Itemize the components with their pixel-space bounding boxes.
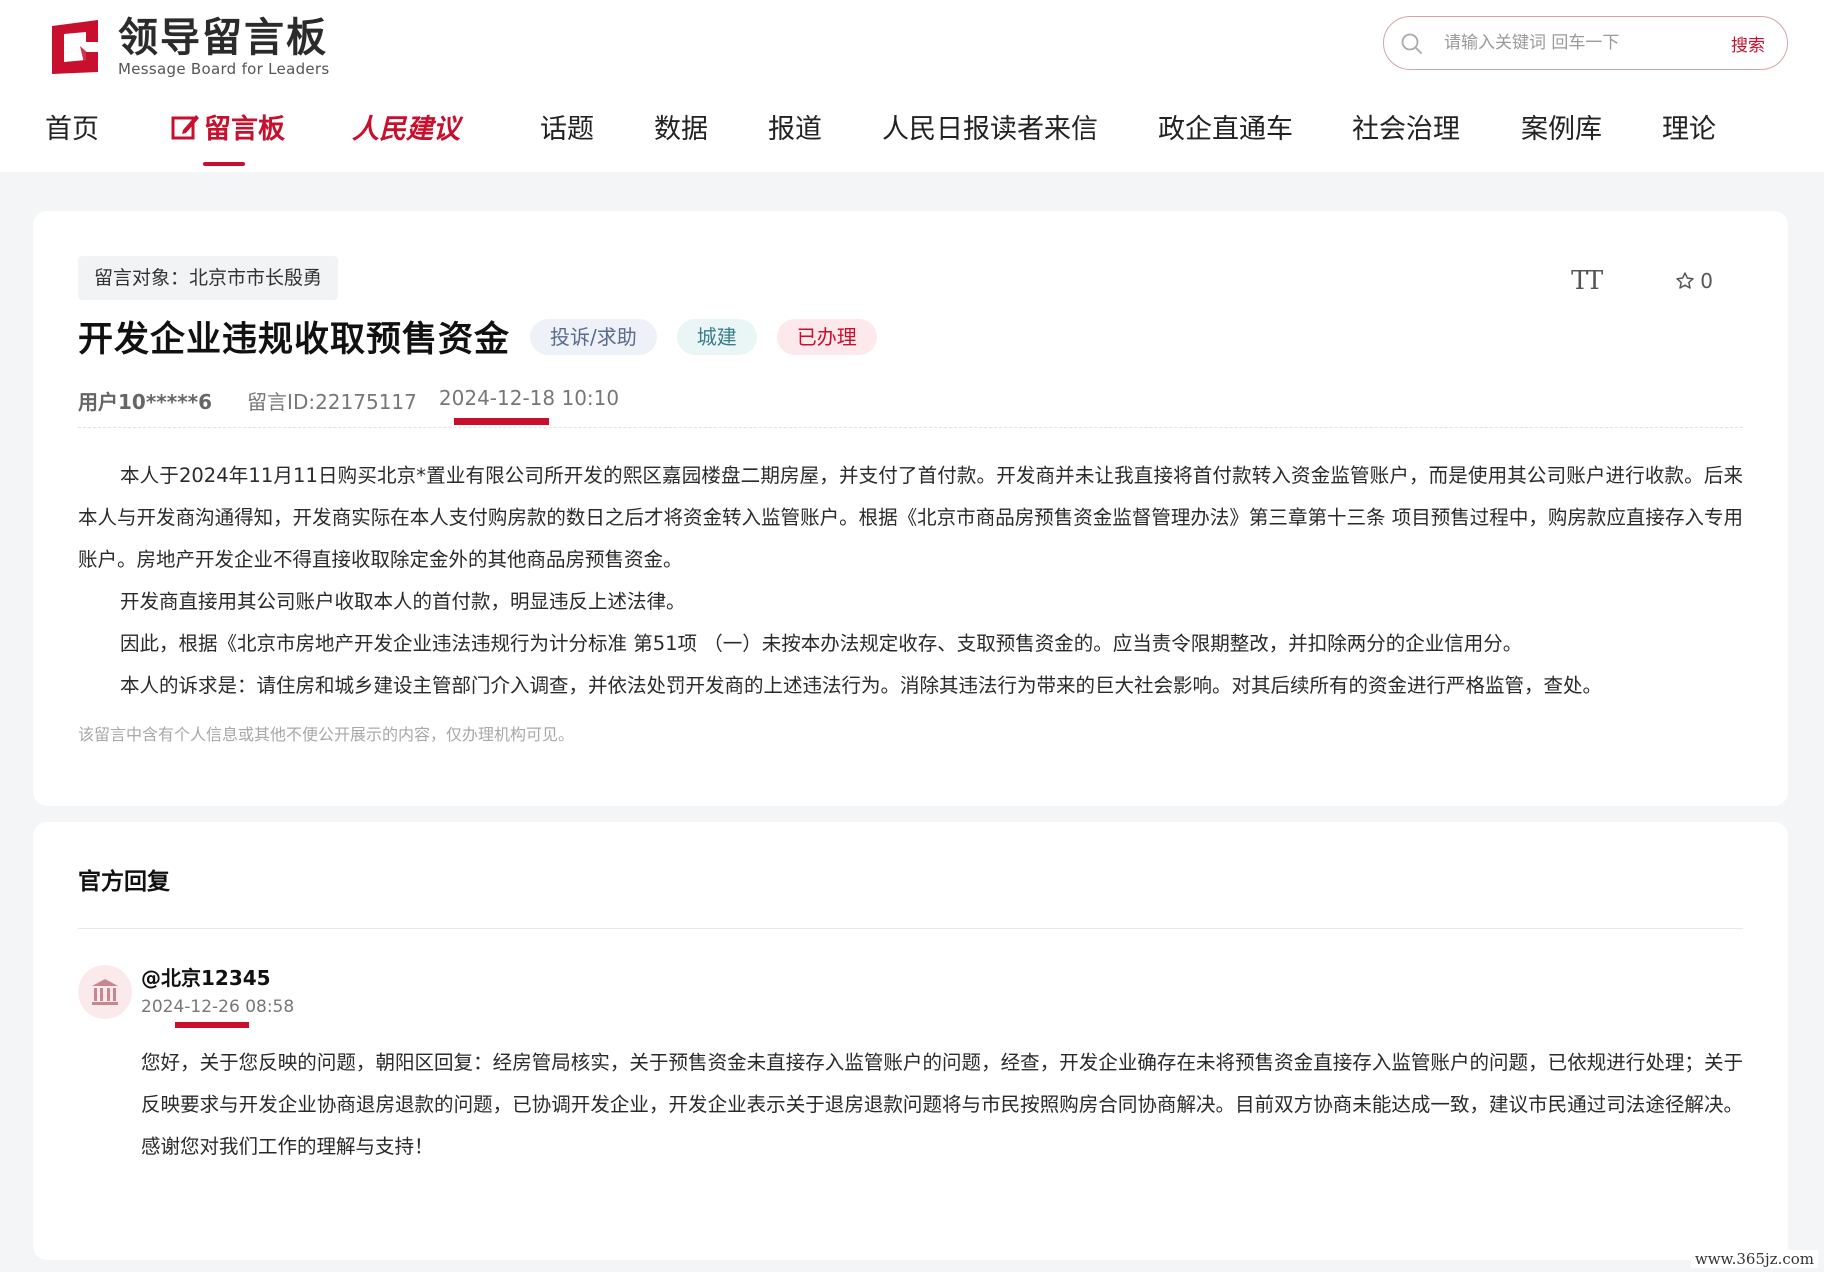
- reply-body: 您好，关于您反映的问题，朝阳区回复：经房管局核实，关于预售资金未直接存入监管账户…: [141, 1051, 1743, 1158]
- logo-subtitle: Message Board for Leaders: [118, 60, 330, 78]
- tag-category: 投诉/求助: [530, 318, 657, 355]
- avatar: [78, 965, 132, 1019]
- nav-item-people-suggestion[interactable]: 人民建议: [352, 108, 460, 152]
- nav-item-message-board[interactable]: 留言板: [170, 108, 285, 152]
- reply-datetime: 2024-12-26 08:58: [141, 997, 295, 1017]
- nav-item-reader-letters[interactable]: 人民日报读者来信: [882, 108, 1098, 152]
- nav-item-home[interactable]: 首页: [45, 108, 99, 152]
- search-button[interactable]: 搜索: [1731, 31, 1765, 56]
- message-body: 本人于2024年11月11日购买北京*置业有限公司所开发的熙区嘉园楼盘二期房屋，…: [78, 455, 1743, 707]
- tag-domain: 城建: [676, 318, 757, 355]
- nav-item-data[interactable]: 数据: [654, 108, 708, 152]
- nav-item-social-governance[interactable]: 社会治理: [1352, 108, 1460, 152]
- message-paragraph: 本人的诉求是：请住房和城乡建设主管部门介入调查，并依法处罚开发商的上述违法行为。…: [120, 674, 1603, 697]
- nav-item-enterprise-express[interactable]: 政企直通车: [1158, 108, 1293, 152]
- meta-divider: [78, 427, 1743, 428]
- watermark: www.365jz.com: [1690, 1250, 1818, 1268]
- message-target: 留言对象：北京市市长殷勇: [78, 256, 339, 300]
- nav-item-reports[interactable]: 报道: [768, 108, 822, 152]
- message-id: 留言ID:22175117: [247, 390, 417, 414]
- site-logo[interactable]: 领导留言板 Message Board for Leaders: [46, 16, 330, 78]
- nav-item-case-library[interactable]: 案例库: [1521, 108, 1602, 152]
- date-highlight-mark: [454, 418, 549, 425]
- search-box: 搜索: [1383, 16, 1788, 70]
- message-paragraph: 因此，根据《北京市房地产开发企业违法违规行为计分标准 第51项 （一）未按本办法…: [120, 632, 1523, 655]
- font-size-icon[interactable]: TT: [1571, 266, 1603, 296]
- search-icon: [1401, 33, 1422, 54]
- favorite-count: 0: [1700, 269, 1713, 293]
- main-nav: 首页 留言板 人民建议 话题 数据 报道 人民日报读者来信 政企直通车 社会治理…: [0, 108, 1824, 166]
- message-user: 用户10*****6: [78, 390, 213, 414]
- message-datetime: 2024-12-18 10:10: [438, 386, 620, 410]
- reply-heading: 官方回复: [78, 869, 170, 895]
- search-input[interactable]: [1444, 27, 1704, 59]
- message-tools: TT 0: [1571, 266, 1713, 296]
- message-card: 留言对象：北京市市长殷勇 TT 0 开发企业违规收取预售资金 投诉/求助 城建 …: [33, 211, 1788, 806]
- top-header: 领导留言板 Message Board for Leaders 搜索 首页 留言…: [0, 0, 1824, 172]
- reply-divider: [78, 928, 1743, 929]
- nav-item-theory[interactable]: 理论: [1662, 108, 1716, 152]
- privacy-notice: 该留言中含有个人信息或其他不便公开展示的内容，仅办理机构可见。: [78, 725, 575, 744]
- title-row: 开发企业违规收取预售资金 投诉/求助 城建 已办理: [78, 311, 877, 362]
- message-paragraph: 本人于2024年11月11日购买北京*置业有限公司所开发的熙区嘉园楼盘二期房屋，…: [78, 464, 1743, 571]
- government-building-icon: [92, 979, 118, 1005]
- message-meta: 用户10*****6 留言ID:22175117 2024-12-18 10:1…: [78, 386, 619, 415]
- nav-active-indicator: [203, 162, 245, 166]
- reply-card: 官方回复 @北京12345 2024-12-26 08:58 您好，关于您反映的…: [33, 822, 1788, 1260]
- edit-note-icon: [171, 115, 199, 140]
- message-paragraph: 开发商直接用其公司账户收取本人的首付款，明显违反上述法律。: [120, 590, 686, 613]
- star-icon: [1676, 272, 1694, 289]
- logo-mark-icon: [52, 20, 98, 74]
- reply-author[interactable]: @北京12345: [141, 962, 271, 991]
- logo-title: 领导留言板: [118, 15, 328, 61]
- nav-item-topics[interactable]: 话题: [540, 108, 594, 152]
- favorite-button[interactable]: 0: [1675, 269, 1713, 293]
- date-highlight-mark: [175, 1022, 249, 1028]
- status-badge: 已办理: [776, 318, 877, 355]
- nav-item-message-board-label: 留言板: [204, 114, 285, 145]
- message-title: 开发企业违规收取预售资金: [78, 320, 511, 360]
